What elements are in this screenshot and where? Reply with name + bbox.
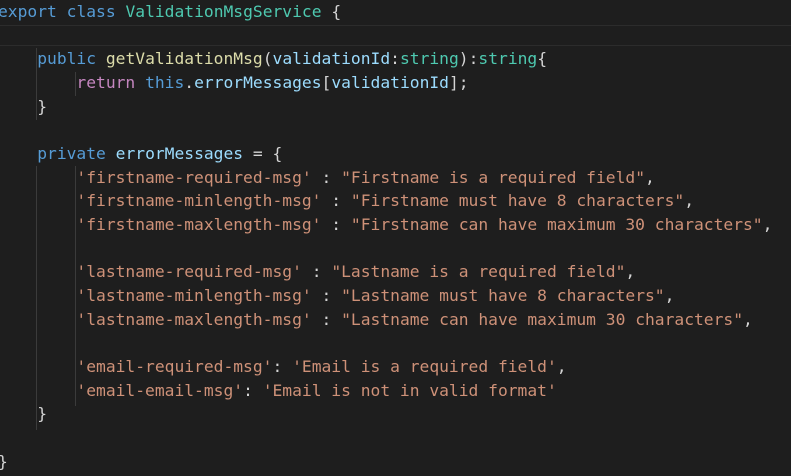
param-name: validationId [272, 49, 391, 68]
value-string: "Firstname can have maximum 30 character… [350, 215, 763, 234]
code-line-7[interactable]: private errorMessages = { [0, 142, 282, 166]
open-paren: ( [262, 49, 273, 68]
key-string: 'firstname-required-msg' [76, 168, 312, 187]
colon: : [321, 310, 332, 329]
colon: : [331, 191, 342, 210]
keyword-export: export [0, 2, 57, 21]
code-line-4[interactable]: return this.errorMessages[validationId]; [0, 71, 469, 95]
value-string: "Firstname must have 8 characters" [350, 191, 685, 210]
comma: , [743, 310, 753, 329]
colon: : [272, 357, 283, 376]
return-type: string [478, 49, 538, 68]
code-line-1[interactable]: export class ValidationMsgService { [0, 0, 341, 24]
value-string: "Firstname is a required field" [341, 168, 645, 187]
key-string: 'firstname-minlength-msg' [76, 191, 322, 210]
open-bracket: [ [321, 73, 332, 92]
value-string: 'Email is a required field' [292, 357, 557, 376]
comma: , [762, 215, 773, 234]
code-line-14[interactable]: 'lastname-maxlength-msg' : "Lastname can… [0, 308, 753, 332]
colon: : [243, 381, 253, 400]
code-line-5[interactable]: } [0, 95, 47, 119]
value-string: "Lastname must have 8 characters" [341, 286, 665, 305]
key-string: 'lastname-minlength-msg' [76, 286, 312, 305]
colon: : [321, 286, 332, 305]
close-brace: } [0, 452, 8, 471]
key-string: 'lastname-maxlength-msg' [76, 310, 312, 329]
value-string: "Lastname is a required field" [331, 262, 626, 281]
colon: : [331, 215, 342, 234]
keyword-private: private [37, 144, 106, 163]
property-name: errorMessages [194, 73, 322, 92]
comma: , [664, 286, 675, 305]
colon: : [390, 49, 400, 68]
keyword-class: class [66, 2, 116, 21]
code-line-18[interactable]: } [0, 402, 47, 426]
code-editor[interactable]: export class ValidationMsgService { publ… [0, 0, 791, 476]
colon: : [311, 262, 322, 281]
value-string: "Lastname can have maximum 30 characters… [341, 310, 744, 329]
code-line-13[interactable]: 'lastname-minlength-msg' : "Lastname mus… [0, 284, 674, 308]
code-line-9[interactable]: 'firstname-minlength-msg' : "Firstname m… [0, 189, 694, 213]
property-name: errorMessages [115, 144, 244, 163]
close-bracket: ]; [448, 73, 469, 92]
key-string: 'firstname-maxlength-msg' [76, 215, 322, 234]
keyword-public: public [37, 49, 97, 68]
colon: : [321, 168, 332, 187]
code-line-17[interactable]: 'email-email-msg': 'Email is not in vali… [0, 379, 557, 403]
open-brace: { [537, 49, 548, 68]
keyword-return: return [76, 73, 136, 92]
comma: , [556, 357, 567, 376]
comma: , [684, 191, 695, 210]
comma: , [625, 262, 636, 281]
code-line-16[interactable]: 'email-required-msg': 'Email is a requir… [0, 355, 567, 379]
close-brace: } [37, 97, 48, 116]
code-line-10[interactable]: 'firstname-maxlength-msg' : "Firstname c… [0, 213, 772, 237]
type-string: string [399, 49, 459, 68]
key-string: 'email-email-msg' [76, 381, 244, 400]
keyword-this: this [145, 73, 185, 92]
code-line-8[interactable]: 'firstname-required-msg' : "Firstname is… [0, 166, 655, 190]
close-brace: } [37, 404, 48, 423]
code-line-12[interactable]: 'lastname-required-msg' : "Lastname is a… [0, 260, 635, 284]
open-brace: { [331, 2, 342, 21]
method-name: getValidationMsg [105, 49, 263, 68]
key-string: 'lastname-required-msg' [76, 262, 302, 281]
current-line-highlight [0, 25, 791, 46]
equals: = [252, 144, 263, 163]
index-variable: validationId [331, 73, 449, 92]
code-line-3[interactable]: public getValidationMsg(validationId:str… [0, 47, 547, 71]
key-string: 'email-required-msg' [76, 357, 273, 376]
dot: . [184, 73, 195, 92]
close-paren: ): [458, 49, 479, 68]
class-name: ValidationMsgService [125, 2, 322, 21]
open-brace: { [272, 144, 283, 163]
value-string: 'Email is not in valid format' [262, 381, 557, 400]
code-line-20[interactable]: } [0, 450, 8, 474]
comma: , [645, 168, 655, 187]
